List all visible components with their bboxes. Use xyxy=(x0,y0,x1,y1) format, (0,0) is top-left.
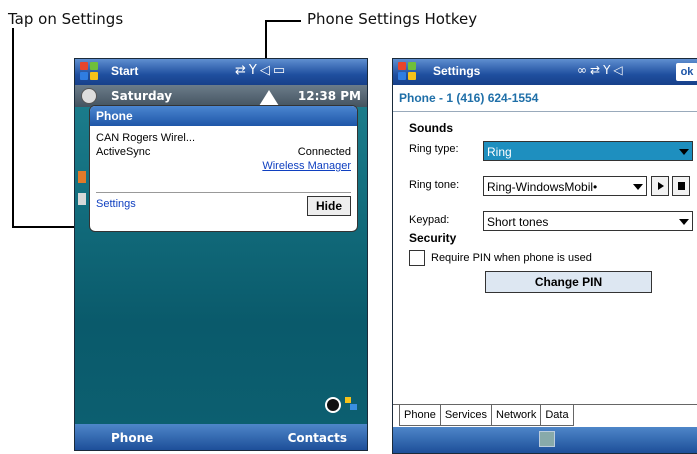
contacts-soft-key[interactable]: Contacts xyxy=(288,431,347,445)
ring-tone-value: Ring-WindowsMobil• xyxy=(487,180,598,194)
time-label: 12:38 PM xyxy=(297,89,361,103)
activesync-row: ActiveSync Connected xyxy=(96,146,351,158)
sounds-heading: Sounds xyxy=(409,121,453,135)
activesync-status: Connected xyxy=(297,146,351,158)
signal-icon[interactable]: Y xyxy=(603,63,613,77)
tab-services[interactable]: Services xyxy=(439,405,492,426)
require-pin-label: Require PIN when phone is used xyxy=(431,252,592,264)
callout-hotkey: Phone Settings Hotkey xyxy=(307,10,478,28)
battery-icon[interactable]: ▭ xyxy=(273,63,288,78)
carrier-name: CAN Rogers Wirel... xyxy=(96,132,196,144)
ring-type-label: Ring type: xyxy=(409,143,459,155)
activesync-label: ActiveSync xyxy=(96,146,151,158)
popup-title: Phone xyxy=(90,106,357,126)
start-label[interactable]: Start xyxy=(111,64,138,78)
stop-button[interactable] xyxy=(672,176,690,196)
settings-tabs: Phone Services Network Data xyxy=(399,405,574,426)
keyboard-icon[interactable] xyxy=(539,431,555,447)
settings-link[interactable]: Settings xyxy=(96,198,156,210)
require-pin-checkbox[interactable] xyxy=(409,250,425,266)
date-row: Saturday 12:38 PM xyxy=(75,85,367,107)
wireless-manager-link[interactable]: Wireless Manager xyxy=(96,160,351,172)
chevron-down-icon xyxy=(679,149,689,155)
signal-icon[interactable]: Y xyxy=(249,63,260,78)
today-item-icon xyxy=(78,193,86,205)
left-titlebar: Start ⇄Y◁▭ xyxy=(75,59,367,85)
chevron-down-icon xyxy=(679,219,689,225)
keypad-select[interactable]: Short tones xyxy=(483,211,693,231)
ring-type-select[interactable]: Ring xyxy=(483,141,693,161)
popup-tail xyxy=(259,90,279,106)
right-bottombar xyxy=(393,427,697,453)
tab-top-border xyxy=(393,404,697,405)
right-device-screen: Settings ∞⇄Y◁ ok Phone - 1 (416) 624-155… xyxy=(392,58,697,454)
keypad-label: Keypad: xyxy=(409,214,450,226)
windows-start-icon[interactable] xyxy=(398,62,418,82)
tray-sync-icon[interactable] xyxy=(345,397,357,411)
day-label: Saturday xyxy=(111,89,173,103)
status-icons: ∞⇄Y◁ xyxy=(577,63,626,77)
data-connection-icon: ⇄ xyxy=(235,63,249,78)
right-titlebar: Settings ∞⇄Y◁ ok xyxy=(393,59,697,85)
ring-tone-label: Ring tone: xyxy=(409,179,460,191)
settings-title: Settings xyxy=(433,64,481,78)
ring-type-value: Ring xyxy=(487,145,512,159)
leader-line-settings-vertical xyxy=(12,28,14,228)
phone-soft-key[interactable]: Phone xyxy=(111,431,153,445)
tab-phone[interactable]: Phone xyxy=(399,405,441,426)
windows-start-icon[interactable] xyxy=(80,62,100,82)
callout-tap-settings: Tap on Settings xyxy=(8,10,124,28)
play-button[interactable] xyxy=(651,176,669,196)
voicemail-icon[interactable]: ∞ xyxy=(577,63,590,77)
phone-popup: Phone CAN Rogers Wirel... ActiveSync Con… xyxy=(89,105,358,232)
left-bottombar: Phone Contacts xyxy=(75,424,367,450)
chevron-down-icon xyxy=(633,184,643,190)
play-icon xyxy=(658,182,664,190)
security-heading: Security xyxy=(409,231,457,245)
hide-button[interactable]: Hide xyxy=(307,196,351,216)
ok-button[interactable]: ok xyxy=(676,63,697,81)
leader-line-hotkey-horizontal xyxy=(265,20,301,22)
tab-data[interactable]: Data xyxy=(540,405,574,426)
today-item-icon xyxy=(78,171,86,183)
keypad-value: Short tones xyxy=(487,215,549,229)
data-connection-icon: ⇄ xyxy=(590,63,604,77)
popup-divider xyxy=(96,192,351,193)
tray-app-icon[interactable] xyxy=(325,397,341,413)
clock-icon xyxy=(81,88,97,104)
change-pin-button[interactable]: Change PIN xyxy=(485,271,652,293)
speaker-icon[interactable]: ◁ xyxy=(613,63,625,77)
speaker-icon[interactable]: ◁ xyxy=(260,63,273,78)
phone-number-header: Phone - 1 (416) 624-1554 xyxy=(399,91,539,105)
status-icons: ⇄Y◁▭ xyxy=(235,63,288,78)
ring-tone-select[interactable]: Ring-WindowsMobil• xyxy=(483,176,647,196)
stop-icon xyxy=(678,182,685,190)
header-divider xyxy=(393,111,697,112)
tab-network[interactable]: Network xyxy=(491,405,542,426)
left-device-screen: Start ⇄Y◁▭ Saturday 12:38 PM Phone CAN R… xyxy=(74,58,368,451)
